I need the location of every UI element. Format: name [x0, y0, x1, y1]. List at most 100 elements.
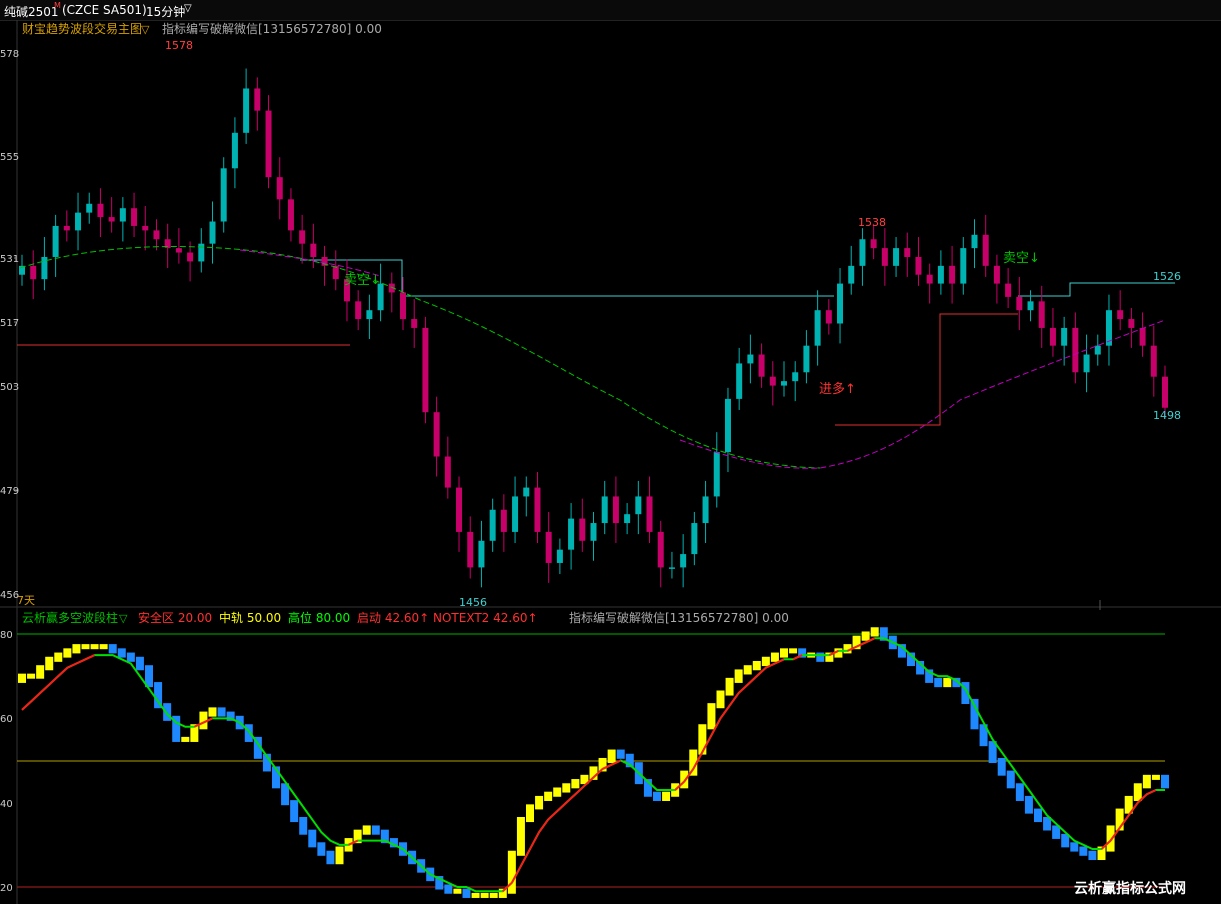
osc-bar [317, 842, 326, 856]
candle-body [86, 203, 93, 213]
candle-body [635, 496, 642, 515]
right-high-label: 1526 [1153, 270, 1181, 283]
candle-body [1005, 283, 1012, 297]
candle-body [579, 518, 586, 541]
candle-body [366, 310, 373, 320]
candle-body [915, 256, 922, 275]
sub-tick-label: 40 [0, 799, 13, 810]
osc-bar [1151, 774, 1160, 780]
osc-bar [816, 652, 825, 662]
candle-body [993, 265, 1000, 284]
candle-body [691, 523, 698, 555]
osc-bar [770, 652, 779, 662]
legend-item: 安全区 20.00 [138, 610, 212, 625]
osc-bar [217, 707, 226, 717]
osc-bar [516, 817, 525, 856]
buy-signal-1: 进多↑ [819, 381, 856, 397]
osc-bar [163, 703, 172, 721]
osc-bar [861, 631, 870, 641]
candle-body [489, 509, 496, 541]
legend-item: NOTEXT2 42.60↑ [433, 611, 538, 625]
red-level-line-right [835, 313, 1018, 426]
candle-body [568, 518, 575, 550]
candle-body [187, 252, 194, 262]
candle-body [142, 225, 149, 231]
candle-body [781, 381, 787, 386]
osc-bar [752, 660, 761, 671]
signal-line-rising [737, 683, 749, 694]
candle-body [478, 540, 485, 568]
candle-body [265, 110, 272, 178]
candle-body [534, 487, 541, 532]
osc-bar [535, 795, 544, 810]
osc-bar [308, 829, 317, 848]
candle-body [63, 225, 70, 231]
osc-bar [1079, 846, 1088, 856]
candle-body [52, 225, 59, 257]
osc-bar [1161, 774, 1169, 789]
sub-indicator-name[interactable]: 云析赢多空波段柱 [22, 610, 118, 625]
candle-body [657, 531, 664, 568]
candle-body [1016, 296, 1023, 311]
sub-indicator-dropdown-icon[interactable]: ▽ [119, 612, 128, 625]
peak2-label: 1538 [858, 216, 886, 229]
osc-bar [471, 892, 480, 898]
main-indicator-name[interactable]: 财宝趋势波段交易主图 [22, 21, 142, 36]
candle-body [859, 239, 866, 266]
osc-bar [1006, 770, 1015, 789]
price-tick-label: 531 [0, 254, 19, 265]
osc-bar [117, 648, 126, 658]
sub-legend: 安全区 20.00 中轨 50.00 高位 80.00 启动 42.60↑ NOTEXT… [138, 610, 789, 625]
candle-body [119, 208, 126, 222]
sub-tick-label: 60 [0, 714, 13, 725]
osc-bar [716, 690, 725, 709]
signal-line-rising [66, 662, 77, 669]
candle-body [624, 514, 631, 524]
ma-green-segment [19, 246, 821, 469]
candle-body [1094, 345, 1101, 355]
chart-canvas: 财宝趋势波段交易主图 ▽ 指标编写破解微信[13156572780] 0.00 … [0, 20, 1221, 904]
candle-body [220, 168, 227, 222]
candle-body [646, 496, 653, 532]
candle-body [433, 412, 440, 457]
candle-body [131, 208, 138, 226]
candle-body [411, 319, 418, 328]
candle-body [545, 531, 552, 563]
osc-bar [371, 825, 380, 835]
low-label: 1456 [459, 596, 487, 609]
sub-tick-label: 20 [0, 883, 13, 894]
candle-body [881, 248, 888, 266]
high-label: 1578 [165, 39, 193, 52]
candle-body [1162, 376, 1168, 408]
candle-body [803, 345, 810, 373]
signal-line-rising [57, 667, 69, 677]
candle-body [904, 248, 911, 257]
candle-body [713, 452, 720, 497]
osc-bar [1070, 842, 1079, 852]
candle-body [355, 301, 362, 320]
osc-bar [1133, 783, 1142, 801]
osc-bar [244, 724, 253, 742]
candle-body [198, 243, 205, 262]
osc-bar [208, 707, 217, 717]
osc-bar [90, 644, 99, 650]
brand-watermark: 云析赢指标公式网 [1074, 880, 1186, 897]
signal-line-rising [1146, 789, 1157, 796]
candle-body [971, 234, 978, 249]
sell-signal-1: 卖空↓ [344, 273, 381, 288]
signal-line-rising [48, 675, 59, 686]
candle-body [960, 248, 967, 284]
osc-bar [526, 804, 534, 823]
osc-bar [761, 656, 770, 667]
osc-bar [181, 736, 190, 742]
candle-body [500, 509, 507, 532]
signal-line-rising [556, 801, 567, 812]
main-indicator-dropdown-icon[interactable]: ▽ [141, 23, 150, 36]
sub-watermark: 指标编写破解微信[13156572780] 0.00 [569, 610, 789, 625]
candle-body [75, 212, 82, 231]
signal-line-rising [547, 810, 558, 821]
candle-body [1038, 301, 1045, 328]
price-tick-label: 578 [0, 49, 19, 60]
candle-body [982, 234, 989, 266]
osc-bar [45, 656, 54, 671]
